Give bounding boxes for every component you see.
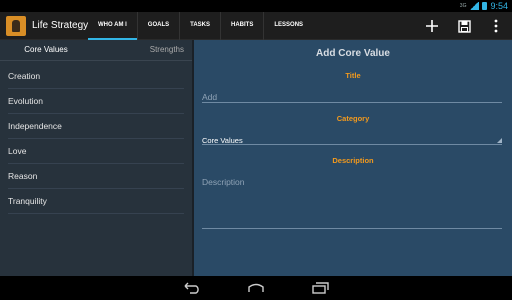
battery-icon <box>482 2 488 10</box>
save-icon[interactable] <box>448 12 480 40</box>
main-tabs: WHO AM I GOALS TASKS HABITS LESSONS <box>88 12 313 40</box>
list-item[interactable]: Independence <box>8 114 184 139</box>
action-bar: Life Strategy WHO AM I GOALS TASKS HABIT… <box>0 12 512 40</box>
list-item[interactable]: Reason <box>8 164 184 189</box>
list-item[interactable]: Tranquility <box>8 189 184 214</box>
sidebar: Core Values Strengths Creation Evolution… <box>0 40 192 276</box>
tab-who-am-i[interactable]: WHO AM I <box>88 12 137 40</box>
title-input[interactable]: Add <box>202 87 502 103</box>
form-title: Add Core Value <box>316 48 390 59</box>
list-item[interactable]: Love <box>8 139 184 164</box>
add-icon[interactable] <box>416 12 448 40</box>
tab-lessons[interactable]: LESSONS <box>263 12 313 40</box>
description-label: Description <box>332 156 374 165</box>
tab-goals[interactable]: GOALS <box>136 12 179 40</box>
tab-strengths[interactable]: Strengths <box>92 40 192 60</box>
signal-icon <box>469 2 480 10</box>
tab-core-values[interactable]: Core Values <box>0 40 92 60</box>
action-icons <box>416 12 512 40</box>
category-value: Core Values <box>202 136 243 145</box>
description-field[interactable]: Description <box>202 172 502 229</box>
navigation-bar <box>0 276 512 300</box>
category-label: Category <box>336 114 370 123</box>
list-item[interactable]: Evolution <box>8 89 184 114</box>
title-label: Title <box>345 71 361 80</box>
home-icon[interactable] <box>244 280 268 296</box>
status-time: 9:54 <box>490 1 508 11</box>
sidebar-tabs: Core Values Strengths <box>0 40 192 61</box>
title-placeholder: Add <box>202 92 218 102</box>
signal-label: 3G <box>459 2 467 9</box>
recents-icon[interactable] <box>308 280 332 296</box>
status-bar: 3G 9:54 <box>0 0 512 12</box>
description-placeholder: Description <box>202 177 245 187</box>
dropdown-triangle-icon <box>497 138 502 143</box>
tab-tasks[interactable]: TASKS <box>179 12 220 40</box>
app-title: Life Strategy <box>32 20 89 31</box>
tab-habits[interactable]: HABITS <box>220 12 263 40</box>
app-logo-icon[interactable] <box>6 16 26 36</box>
add-core-value-form: Add Core Value Title Add Category Core V… <box>194 40 512 276</box>
overflow-menu-icon[interactable] <box>480 12 512 40</box>
list-item[interactable]: Creation <box>8 64 184 89</box>
category-select[interactable]: Core Values <box>202 130 502 145</box>
core-values-list: Creation Evolution Independence Love Rea… <box>0 64 192 214</box>
back-icon[interactable] <box>180 280 204 296</box>
status-icons: 3G 9:54 <box>460 0 508 12</box>
